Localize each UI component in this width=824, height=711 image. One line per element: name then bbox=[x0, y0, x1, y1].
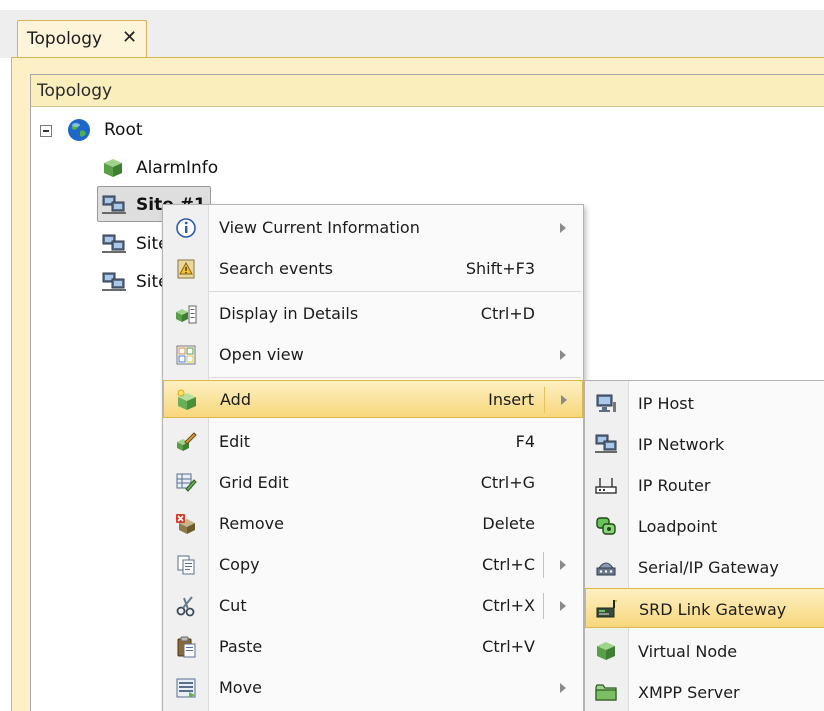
menu-item-label: Copy bbox=[219, 555, 260, 574]
context-menu: View Current Information Search events S… bbox=[162, 204, 584, 711]
menu-separator bbox=[209, 291, 581, 292]
ip-host-icon bbox=[595, 392, 617, 414]
menu-item-move[interactable]: Move bbox=[163, 669, 583, 707]
submenu-item-loadpoint[interactable]: Loadpoint bbox=[585, 506, 824, 546]
cut-icon bbox=[175, 595, 197, 617]
menu-item-remove[interactable]: Remove Delete bbox=[163, 505, 583, 543]
submenu-arrow-icon bbox=[560, 560, 566, 570]
menu-item-shortcut: Ctrl+C bbox=[481, 555, 535, 574]
menu-separator bbox=[209, 377, 581, 378]
virtual-node-icon bbox=[595, 640, 617, 662]
menu-item-search-events[interactable]: Search events Shift+F3 bbox=[163, 250, 583, 288]
grid-view-icon bbox=[175, 344, 197, 366]
submenu-item-xmpp-server[interactable]: XMPP Server bbox=[585, 672, 824, 711]
folder-icon bbox=[595, 681, 617, 703]
search-events-icon bbox=[175, 258, 197, 280]
submenu-item-ip-router[interactable]: IP Router bbox=[585, 465, 824, 505]
panel-title: Topology bbox=[37, 81, 113, 101]
submenu-item-label: Loadpoint bbox=[638, 517, 718, 536]
tab-topology[interactable]: Topology ✕ bbox=[17, 20, 147, 58]
tree-node-root[interactable]: Root bbox=[66, 116, 143, 144]
ip-router-icon bbox=[595, 474, 617, 496]
submenu-item-label: SRD Link Gateway bbox=[639, 600, 787, 619]
menu-item-view-current-information[interactable]: View Current Information bbox=[163, 209, 583, 247]
network-computer-icon bbox=[102, 271, 126, 293]
menu-item-label: Search events bbox=[219, 259, 333, 278]
paste-icon bbox=[175, 636, 197, 658]
menu-item-label: Grid Edit bbox=[219, 473, 289, 492]
remove-icon bbox=[175, 513, 197, 535]
add-cube-icon bbox=[176, 389, 198, 411]
menu-item-split-line bbox=[544, 387, 545, 413]
menu-item-split-line bbox=[543, 593, 544, 619]
ip-network-icon bbox=[595, 433, 617, 455]
submenu-item-label: XMPP Server bbox=[638, 683, 740, 702]
menu-item-edit[interactable]: Edit F4 bbox=[163, 423, 583, 461]
menu-item-shortcut: F4 bbox=[515, 432, 535, 451]
green-cube-icon bbox=[102, 157, 124, 179]
menu-item-shortcut: Ctrl+G bbox=[480, 473, 535, 492]
submenu-item-ip-host[interactable]: IP Host bbox=[585, 383, 824, 423]
close-icon[interactable]: ✕ bbox=[122, 27, 137, 48]
menu-item-label: Paste bbox=[219, 637, 263, 656]
submenu-arrow-icon bbox=[561, 395, 567, 405]
menu-item-paste[interactable]: Paste Ctrl+V bbox=[163, 628, 583, 666]
submenu-item-label: Virtual Node bbox=[638, 642, 738, 661]
menu-item-copy[interactable]: Copy Ctrl+C bbox=[163, 546, 583, 584]
panel-header: Topology bbox=[31, 75, 824, 107]
globe-icon bbox=[66, 117, 92, 143]
menu-item-label: Move bbox=[219, 678, 262, 697]
tab-label: Topology bbox=[27, 29, 103, 49]
collapse-toggle[interactable] bbox=[40, 125, 52, 137]
submenu-arrow-icon bbox=[560, 350, 566, 360]
menu-item-grid-edit[interactable]: Grid Edit Ctrl+G bbox=[163, 464, 583, 502]
move-icon bbox=[175, 677, 197, 699]
submenu-item-label: IP Host bbox=[638, 394, 694, 413]
menu-item-shortcut: Ctrl+V bbox=[482, 637, 535, 656]
submenu-item-serial-ip-gateway[interactable]: Serial/IP Gateway bbox=[585, 547, 824, 587]
submenu-item-virtual-node[interactable]: Virtual Node bbox=[585, 631, 824, 671]
submenu-item-label: IP Router bbox=[638, 476, 711, 495]
menu-item-shortcut: Delete bbox=[482, 514, 535, 533]
tree-node-label: AlarmInfo bbox=[136, 158, 219, 178]
menu-item-label: View Current Information bbox=[219, 218, 420, 237]
menu-item-display-in-details[interactable]: Display in Details Ctrl+D bbox=[163, 295, 583, 333]
menu-item-shortcut: Ctrl+D bbox=[480, 304, 535, 323]
menu-item-label: Display in Details bbox=[219, 304, 359, 323]
menu-item-open-view[interactable]: Open view bbox=[163, 336, 583, 374]
serial-gateway-icon bbox=[595, 556, 617, 578]
menu-item-shortcut: Ctrl+X bbox=[482, 596, 535, 615]
details-icon bbox=[175, 303, 197, 325]
submenu-item-srd-link-gateway[interactable]: SRD Link Gateway bbox=[585, 588, 824, 628]
edit-icon bbox=[175, 431, 197, 453]
menu-item-shortcut: Insert bbox=[488, 390, 534, 409]
menu-item-label: Open view bbox=[219, 345, 304, 364]
add-submenu: IP Host IP Network IP Router Loadpoint S… bbox=[584, 380, 824, 711]
network-computer-icon bbox=[102, 194, 126, 216]
menu-item-label: Add bbox=[220, 390, 251, 409]
submenu-arrow-icon bbox=[560, 683, 566, 693]
submenu-item-label: IP Network bbox=[638, 435, 725, 454]
tree-node-site[interactable]: Site bbox=[102, 268, 169, 296]
menu-item-shortcut: Shift+F3 bbox=[465, 259, 535, 278]
submenu-arrow-icon bbox=[560, 223, 566, 233]
menu-item-cut[interactable]: Cut Ctrl+X bbox=[163, 587, 583, 625]
menu-item-add[interactable]: Add Insert bbox=[163, 380, 583, 418]
menu-item-label: Cut bbox=[219, 596, 247, 615]
copy-icon bbox=[175, 554, 197, 576]
submenu-arrow-icon bbox=[560, 601, 566, 611]
tree-node-site[interactable]: Site bbox=[102, 230, 169, 258]
srd-link-gateway-icon bbox=[596, 598, 618, 620]
menu-item-label: Remove bbox=[219, 514, 284, 533]
menu-item-label: Edit bbox=[219, 432, 250, 451]
info-icon bbox=[175, 217, 197, 239]
submenu-item-ip-network[interactable]: IP Network bbox=[585, 424, 824, 464]
loadpoint-icon bbox=[595, 515, 617, 537]
network-computer-icon bbox=[102, 233, 126, 255]
submenu-item-label: Serial/IP Gateway bbox=[638, 558, 779, 577]
tree-node-label: Root bbox=[104, 120, 143, 140]
tree-node-alarminfo[interactable]: AlarmInfo bbox=[102, 154, 218, 182]
grid-edit-icon bbox=[175, 472, 197, 494]
menu-item-split-line bbox=[543, 552, 544, 578]
